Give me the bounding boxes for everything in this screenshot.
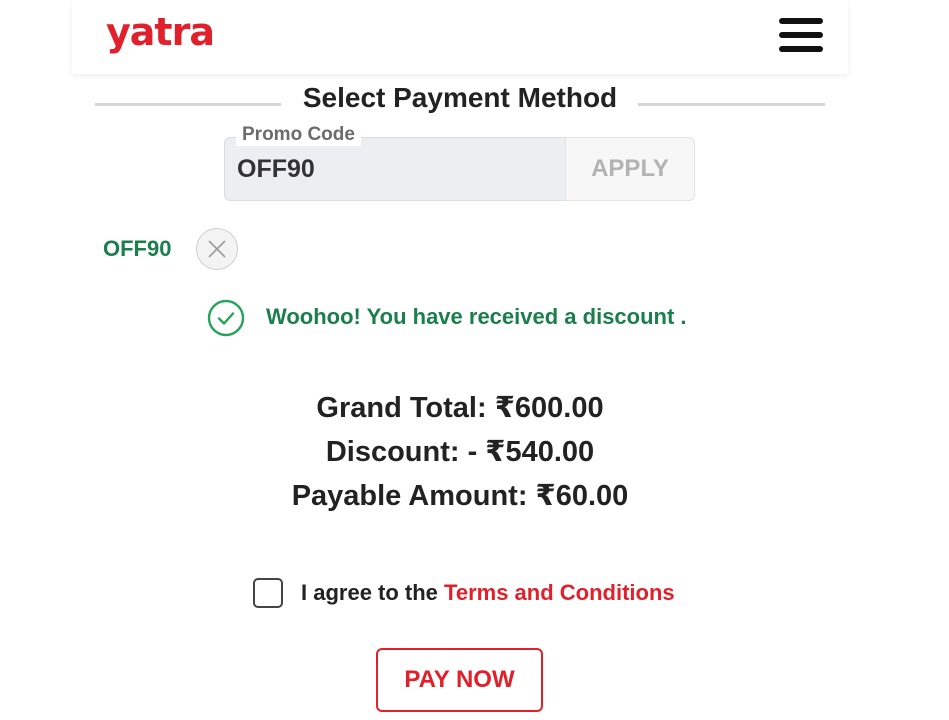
terms-agreement: I agree to the Terms and Conditions bbox=[253, 577, 733, 611]
menu-bar bbox=[779, 32, 823, 38]
remove-promo-button[interactable] bbox=[196, 228, 238, 270]
promo-code-input[interactable] bbox=[224, 137, 566, 201]
menu-bar bbox=[779, 46, 823, 52]
yatra-logo[interactable]: yatra bbox=[106, 8, 215, 56]
check-circle-icon bbox=[207, 299, 245, 337]
terms-label: I agree to the Terms and Conditions bbox=[301, 580, 675, 606]
apply-button[interactable]: APPLY bbox=[565, 137, 695, 201]
terms-prefix: I agree to the bbox=[301, 580, 438, 605]
discount-success-message: Woohoo! You have received a discount . bbox=[207, 299, 767, 339]
promo-code-group: Promo Code APPLY bbox=[224, 124, 695, 203]
price-summary: Grand Total: ₹600.00 Discount: - ₹540.00… bbox=[160, 386, 760, 518]
menu-bar bbox=[779, 18, 823, 24]
success-text: Woohoo! You have received a discount . bbox=[266, 304, 687, 329]
payable-amount: Payable Amount: ₹60.00 bbox=[291, 480, 629, 512]
applied-promo-code: OFF90 bbox=[103, 236, 172, 261]
discount-amount: Discount: - ₹540.00 bbox=[325, 436, 595, 468]
title-divider-right bbox=[638, 103, 825, 106]
terms-and-conditions-link[interactable]: Terms and Conditions bbox=[444, 580, 675, 605]
grand-total: Grand Total: ₹600.00 bbox=[316, 392, 604, 424]
hamburger-menu-icon[interactable] bbox=[779, 18, 823, 52]
app-header: yatra bbox=[72, 0, 848, 74]
terms-checkbox[interactable] bbox=[253, 578, 283, 608]
payment-section-title: Select Payment Method bbox=[95, 80, 825, 116]
promo-code-label: Promo Code bbox=[236, 124, 361, 146]
pay-now-button[interactable]: PAY NOW bbox=[376, 648, 543, 712]
page-title: Select Payment Method bbox=[302, 82, 618, 113]
close-icon bbox=[208, 240, 226, 258]
